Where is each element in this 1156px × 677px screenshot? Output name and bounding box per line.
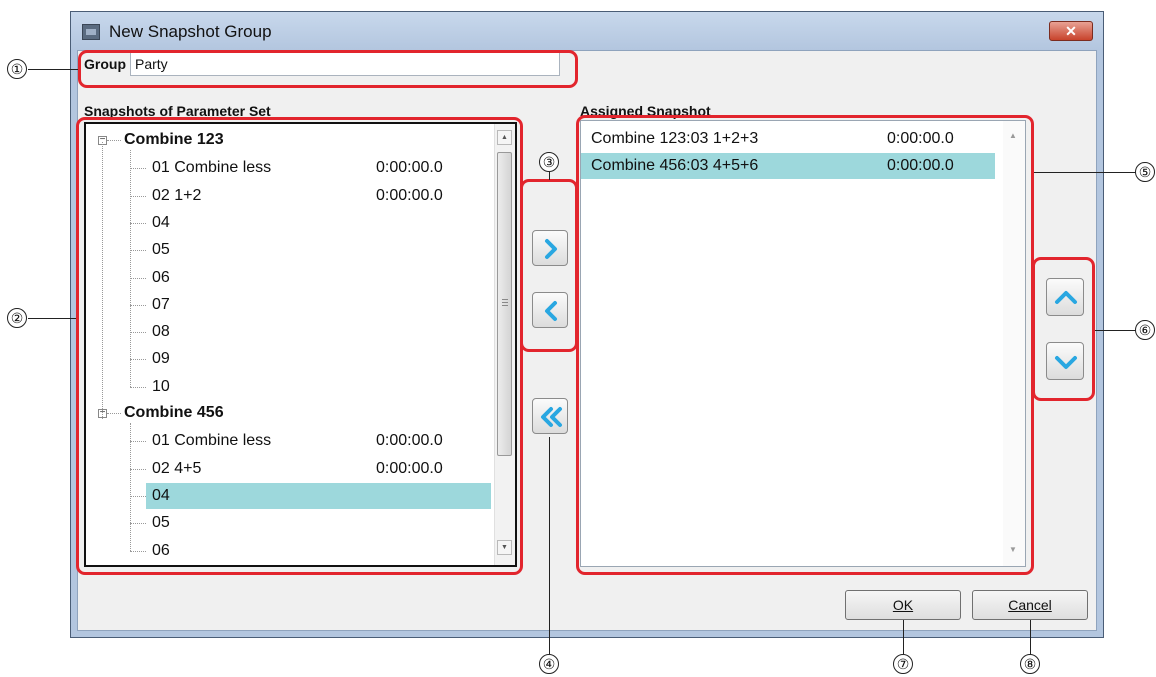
- callout-number-5: ⑤: [1135, 162, 1155, 182]
- callout-number-1: ①: [7, 59, 27, 79]
- close-button[interactable]: ✕: [1049, 21, 1093, 41]
- callout-number-4: ④: [539, 654, 559, 674]
- callout-number-6: ⑥: [1135, 320, 1155, 340]
- callout-number-8: ⑧: [1020, 654, 1040, 674]
- callout-box-move-buttons: [1032, 257, 1095, 401]
- callout-box-group-name: [78, 50, 578, 88]
- double-chevron-left-icon: [541, 407, 562, 427]
- title-bar[interactable]: New Snapshot Group ✕: [71, 12, 1103, 50]
- remove-all-snapshots-button[interactable]: [532, 398, 568, 434]
- window-title: New Snapshot Group: [109, 22, 272, 41]
- app-icon: [82, 24, 100, 40]
- callout-box-add-remove: [520, 179, 578, 352]
- ok-button-label: OK: [892, 597, 914, 613]
- callout-box-assigned-list: [576, 115, 1034, 575]
- callout-number-3: ③: [539, 152, 559, 172]
- ok-button[interactable]: OK: [845, 590, 961, 620]
- cancel-button[interactable]: Cancel: [972, 590, 1088, 620]
- callout-number-2: ②: [7, 308, 27, 328]
- cancel-button-label: Cancel: [1008, 597, 1052, 613]
- callout-box-snapshot-tree: [76, 117, 523, 575]
- callout-number-7: ⑦: [893, 654, 913, 674]
